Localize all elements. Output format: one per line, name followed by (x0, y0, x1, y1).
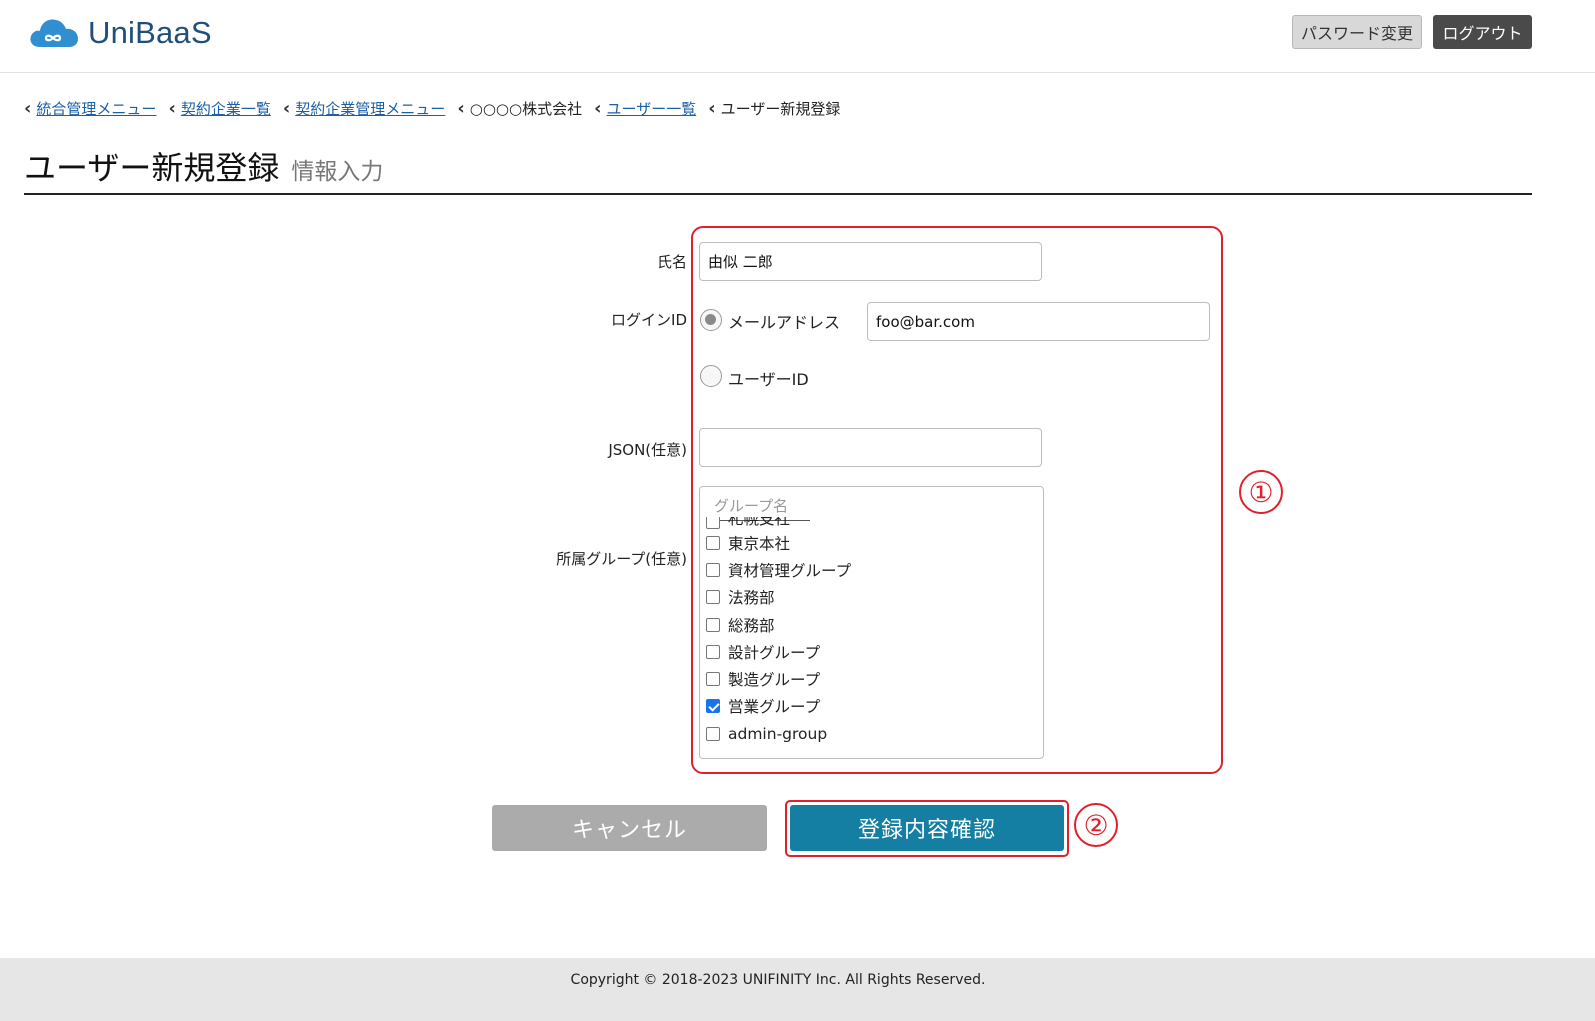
annotation-number-2: ② (1074, 803, 1118, 847)
title-divider (24, 193, 1532, 195)
cloud-logo-icon (30, 19, 78, 47)
breadcrumb-item[interactable]: ‹ 契約企業一覧 (168, 98, 270, 119)
breadcrumb-item[interactable]: ‹ 統合管理メニュー (24, 98, 156, 119)
password-change-button[interactable]: パスワード変更 (1292, 15, 1422, 49)
annotation-box-2 (785, 800, 1069, 857)
login-id-label: ログインID (611, 311, 687, 329)
logout-button[interactable]: ログアウト (1433, 15, 1532, 49)
chevron-left-icon: ‹ (594, 97, 602, 119)
footer: Copyright © 2018-2023 UNIFINITY Inc. All… (0, 958, 1595, 1021)
chevron-left-icon: ‹ (282, 97, 291, 119)
page-title-sub: 情報入力 (291, 159, 384, 185)
annotation-number-1: ① (1239, 470, 1283, 514)
breadcrumb-current: ユーザー新規登録 (720, 100, 841, 118)
chevron-left-icon: ‹ (168, 97, 176, 119)
chevron-left-icon: ‹ (708, 97, 716, 119)
breadcrumb-item[interactable]: ‹ 契約企業管理メニュー (283, 98, 445, 119)
annotation-box-1 (691, 226, 1223, 774)
copyright-text: Copyright © 2018-2023 UNIFINITY Inc. All… (570, 972, 986, 988)
cancel-button[interactable]: キャンセル (492, 805, 767, 851)
breadcrumb: ‹ 統合管理メニュー ‹ 契約企業一覧 ‹ 契約企業管理メニュー ‹ ○○○○株… (24, 98, 852, 119)
breadcrumb-item[interactable]: ‹ ユーザー一覧 (594, 98, 696, 119)
app-name: UniBaaS (88, 15, 212, 50)
breadcrumb-item: ‹ ユーザー新規登録 (708, 98, 840, 119)
group-label: 所属グループ(任意) (556, 550, 687, 568)
breadcrumb-link-integrated-menu[interactable]: 統合管理メニュー (36, 98, 156, 119)
breadcrumb-link-company-list[interactable]: 契約企業一覧 (181, 98, 271, 119)
breadcrumb-link-user-list[interactable]: ユーザー一覧 (607, 98, 697, 119)
json-label: JSON(任意) (608, 441, 687, 459)
breadcrumb-item: ‹ ○○○○株式会社 (457, 98, 582, 119)
name-label: 氏名 (656, 253, 687, 271)
header: UniBaaS パスワード変更 ログアウト (0, 0, 1595, 73)
chevron-left-icon: ‹ (457, 97, 465, 119)
logo[interactable]: UniBaaS (28, 13, 212, 53)
page-title: ユーザー新規登録 情報入力 (24, 143, 383, 189)
breadcrumb-company-name: ○○○○株式会社 (469, 100, 583, 118)
page-title-main: ユーザー新規登録 (24, 149, 280, 187)
chevron-left-icon: ‹ (24, 97, 32, 119)
breadcrumb-link-company-menu[interactable]: 契約企業管理メニュー (295, 98, 445, 119)
